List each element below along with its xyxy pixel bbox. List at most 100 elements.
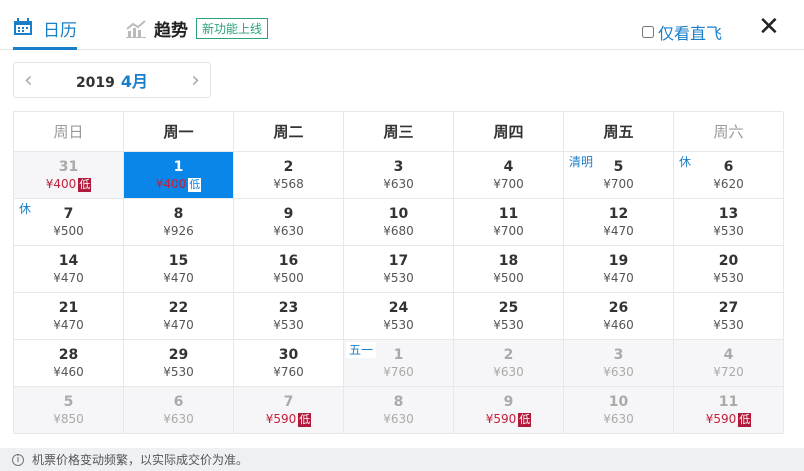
lowest-price-badge: 低	[518, 413, 532, 427]
day-cell[interactable]: 10 ¥630	[564, 387, 674, 434]
day-number: 30	[278, 347, 299, 363]
day-price-row: ¥630	[564, 364, 673, 380]
day-number: 9	[283, 206, 294, 222]
day-price: ¥630	[273, 224, 304, 238]
day-number: 17	[388, 253, 409, 269]
lowest-price-badge: 低	[298, 413, 312, 427]
direct-only-toggle[interactable]: 仅看直飞	[642, 20, 722, 44]
day-cell[interactable]: 2 ¥568	[234, 152, 344, 199]
trend-chart-icon	[126, 19, 146, 38]
day-price-row: ¥470	[14, 270, 123, 286]
day-number: 2	[503, 347, 514, 363]
day-cell[interactable]: 休 7 ¥500	[14, 199, 124, 246]
day-cell[interactable]: 9 ¥630	[234, 199, 344, 246]
day-price: ¥926	[163, 224, 194, 238]
day-number: 13	[718, 206, 739, 222]
day-cell[interactable]: 28 ¥460	[14, 340, 124, 387]
day-cell[interactable]: 11 ¥590 低	[674, 387, 784, 434]
day-number: 24	[388, 300, 409, 316]
day-price: ¥700	[493, 224, 524, 238]
day-cell[interactable]: 25 ¥530	[454, 293, 564, 340]
day-cell[interactable]: 8 ¥630	[344, 387, 454, 434]
calendar-icon	[14, 18, 32, 35]
day-cell[interactable]: 2 ¥630	[454, 340, 564, 387]
day-number: 1	[173, 159, 184, 175]
day-cell[interactable]: 15 ¥470	[124, 246, 234, 293]
day-price: ¥760	[383, 365, 414, 379]
weekday-header: 周二	[234, 112, 344, 152]
tab-calendar-label: 日历	[43, 21, 77, 41]
day-cell[interactable]: 12 ¥470	[564, 199, 674, 246]
tab-trend[interactable]: 趋势 新功能上线	[126, 16, 269, 41]
day-number: 8	[173, 206, 184, 222]
day-price: ¥760	[273, 365, 304, 379]
day-price-row: ¥530	[454, 317, 563, 333]
tab-calendar[interactable]: 日历	[13, 16, 77, 50]
day-price-row: ¥568	[234, 176, 343, 192]
day-number: 2	[283, 159, 294, 175]
day-price: ¥530	[163, 365, 194, 379]
calendar-grid: 周日 周一 周二 周三 周四 周五 周六 31 ¥400 低 1 ¥400 低 2 ¥568 3 ¥630 4 ¥7…	[13, 111, 784, 434]
day-cell[interactable]: 20 ¥530	[674, 246, 784, 293]
holiday-tag: 休	[676, 154, 695, 170]
day-cell[interactable]: 21 ¥470	[14, 293, 124, 340]
day-cell[interactable]: 休 6 ¥620	[674, 152, 784, 199]
day-cell[interactable]: 29 ¥530	[124, 340, 234, 387]
day-cell[interactable]: 17 ¥530	[344, 246, 454, 293]
day-number: 3	[613, 347, 624, 363]
day-price: ¥590	[265, 412, 297, 426]
direct-only-checkbox[interactable]	[642, 26, 654, 38]
day-cell[interactable]: 24 ¥530	[344, 293, 454, 340]
day-price-row: ¥590 低	[234, 411, 343, 427]
day-cell[interactable]: 16 ¥500	[234, 246, 344, 293]
day-cell[interactable]: 10 ¥680	[344, 199, 454, 246]
day-number: 5	[63, 394, 74, 410]
close-icon[interactable]: ✕	[758, 14, 780, 40]
day-cell[interactable]: 6 ¥630	[124, 387, 234, 434]
day-cell[interactable]: 18 ¥500	[454, 246, 564, 293]
day-number: 18	[498, 253, 519, 269]
day-cell[interactable]: 23 ¥530	[234, 293, 344, 340]
day-price: ¥530	[713, 318, 744, 332]
day-number: 8	[393, 394, 404, 410]
day-cell[interactable]: 清明 5 ¥700	[564, 152, 674, 199]
day-cell[interactable]: 4 ¥720	[674, 340, 784, 387]
day-number: 11	[718, 394, 739, 410]
day-cell[interactable]: 30 ¥760	[234, 340, 344, 387]
day-cell[interactable]: 3 ¥630	[344, 152, 454, 199]
day-number: 15	[168, 253, 189, 269]
day-cell[interactable]: 26 ¥460	[564, 293, 674, 340]
day-cell[interactable]: 27 ¥530	[674, 293, 784, 340]
day-cell[interactable]: 13 ¥530	[674, 199, 784, 246]
day-cell[interactable]: 19 ¥470	[564, 246, 674, 293]
day-price-row: ¥760	[234, 364, 343, 380]
day-cell[interactable]: 11 ¥700	[454, 199, 564, 246]
day-cell[interactable]: 3 ¥630	[564, 340, 674, 387]
day-price: ¥630	[603, 412, 634, 426]
day-cell[interactable]: 22 ¥470	[124, 293, 234, 340]
day-number: 4	[503, 159, 514, 175]
day-cell[interactable]: 五一 1 ¥760	[344, 340, 454, 387]
day-price-row: ¥530	[674, 317, 783, 333]
lowest-price-badge: 低	[738, 413, 752, 427]
day-cell[interactable]: 5 ¥850	[14, 387, 124, 434]
day-cell[interactable]: 31 ¥400 低	[14, 152, 124, 199]
day-cell-selected[interactable]: 1 ¥400 低	[124, 152, 234, 199]
day-cell[interactable]: 4 ¥700	[454, 152, 564, 199]
day-price: ¥630	[383, 412, 414, 426]
day-price: ¥630	[383, 177, 414, 191]
day-price-row: ¥470	[124, 270, 233, 286]
day-price: ¥630	[163, 412, 194, 426]
day-cell[interactable]: 9 ¥590 低	[454, 387, 564, 434]
next-month-button[interactable]: ›	[191, 68, 200, 93]
day-cell[interactable]: 7 ¥590 低	[234, 387, 344, 434]
day-price: ¥530	[713, 224, 744, 238]
day-price-row: ¥400 低	[14, 176, 123, 192]
weekday-header: 周四	[454, 112, 564, 152]
day-cell[interactable]: 8 ¥926	[124, 199, 234, 246]
prev-month-button[interactable]: ‹	[24, 68, 33, 93]
day-cell[interactable]: 14 ¥470	[14, 246, 124, 293]
day-price: ¥630	[603, 365, 634, 379]
new-feature-badge: 新功能上线	[196, 18, 269, 39]
day-number: 29	[168, 347, 189, 363]
